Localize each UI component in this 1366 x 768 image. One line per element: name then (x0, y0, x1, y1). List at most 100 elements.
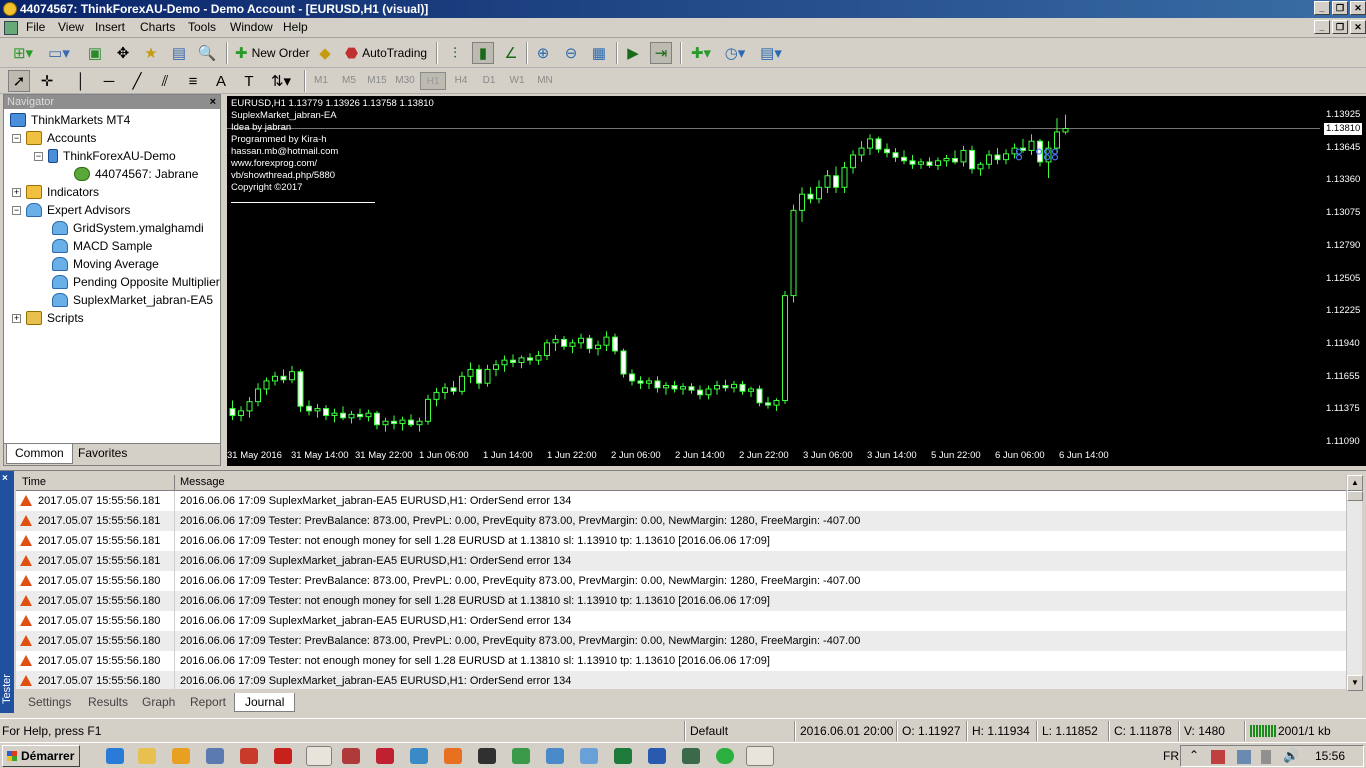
tree-ea-item[interactable]: Pending Opposite Multiplier EA (52, 273, 239, 291)
journal-scrollbar[interactable]: ▲ ▼ (1346, 475, 1363, 691)
expand-icon[interactable]: + (12, 187, 21, 197)
tree-indicators[interactable]: + Indicators (12, 183, 99, 201)
mdi-minimize-button[interactable]: _ (1314, 20, 1330, 34)
trendline-tool[interactable]: ╱ (126, 70, 148, 92)
timeframe-mn[interactable]: MN (532, 72, 558, 90)
whatsapp-icon[interactable] (716, 748, 734, 764)
journal-row[interactable]: 2017.05.07 15:55:56.181 2016.06.06 17:09 … (16, 511, 1346, 531)
globe-icon[interactable] (512, 748, 530, 764)
zoom-out-button[interactable]: ⊖ (560, 42, 582, 64)
connection-bars-icon[interactable] (1250, 725, 1276, 737)
new-chart-button[interactable]: ⊞▾ (8, 42, 38, 64)
column-message[interactable]: Message (180, 476, 225, 488)
metaeditor-button[interactable]: ◆ (314, 42, 336, 64)
mt4-task-icon[interactable] (746, 746, 774, 766)
tab-results[interactable]: Results (78, 693, 138, 712)
tree-ea-item[interactable]: MACD Sample (52, 237, 152, 255)
horizontal-line-tool[interactable]: ─ (98, 70, 120, 92)
menu-insert[interactable]: Insert (95, 20, 125, 34)
ie-icon[interactable] (106, 748, 124, 764)
navigator-button[interactable]: ★ (140, 42, 162, 64)
volume-icon[interactable]: 🔊 (1283, 748, 1299, 764)
line-chart-button[interactable]: ∠ (500, 42, 522, 64)
start-button[interactable]: Démarrer (2, 745, 80, 767)
zoom-in-button[interactable]: ⊕ (532, 42, 554, 64)
menu-tools[interactable]: Tools (188, 20, 216, 34)
xm-icon[interactable] (478, 748, 496, 764)
tree-accounts[interactable]: − Accounts (12, 129, 96, 147)
journal-row[interactable]: 2017.05.07 15:55:56.180 2016.06.06 17:09 … (16, 671, 1346, 689)
tree-ea-item[interactable]: GridSystem.ymalghamdi (52, 219, 204, 237)
indicators-button[interactable]: ✚▾ (686, 42, 716, 64)
chart-shift-button[interactable]: ⇥ (650, 42, 672, 64)
signal-icon[interactable] (1237, 750, 1251, 764)
timeframe-m1[interactable]: M1 (308, 72, 334, 90)
periods-button[interactable]: ◷▾ (720, 42, 750, 64)
tab-favorites[interactable]: Favorites (70, 444, 135, 464)
journal-row[interactable]: 2017.05.07 15:55:56.181 2016.06.06 17:09 … (16, 531, 1346, 551)
tester-close-icon[interactable]: × (2, 473, 8, 484)
timeframe-h1[interactable]: H1 (420, 72, 446, 90)
profiles-button[interactable]: ▭▾ (44, 42, 74, 64)
crosshair-tool[interactable]: ✛ (36, 70, 58, 92)
clock[interactable]: 15:56 (1315, 749, 1345, 763)
network-app-icon[interactable] (410, 748, 428, 764)
chart-area[interactable]: EURUSD,H1 1.13779 1.13926 1.13758 1.1381… (227, 96, 1320, 448)
arrows-tool[interactable]: ⇅▾ (266, 70, 296, 92)
mdi-restore-button[interactable]: ❐ (1332, 20, 1348, 34)
equidistant-channel-tool[interactable]: ⫽ (154, 70, 176, 92)
app-icon-red[interactable] (240, 748, 258, 764)
market-watch-button[interactable]: ▣ (84, 42, 106, 64)
menu-view[interactable]: View (58, 20, 84, 34)
timeframe-d1[interactable]: D1 (476, 72, 502, 90)
menu-window[interactable]: Window (230, 20, 273, 34)
tab-settings[interactable]: Settings (18, 693, 81, 712)
calculator-icon[interactable] (206, 748, 224, 764)
autotrading-button[interactable]: ⬣ AutoTrading (342, 42, 430, 64)
tab-journal[interactable]: Journal (234, 693, 296, 712)
text-label-tool[interactable]: T (238, 70, 260, 92)
language-indicator[interactable]: FR (1163, 749, 1179, 763)
data-window-button[interactable]: ✥ (112, 42, 134, 64)
mdi-close-button[interactable]: ✕ (1350, 20, 1366, 34)
a10-icon[interactable] (342, 748, 360, 764)
word-icon[interactable] (648, 748, 666, 764)
tree-root[interactable]: ThinkMarkets MT4 (10, 111, 130, 129)
auto-scroll-button[interactable]: ▶ (622, 42, 644, 64)
timeframe-m30[interactable]: M30 (392, 72, 418, 90)
timeframe-m5[interactable]: M5 (336, 72, 362, 90)
tree-experts[interactable]: − Expert Advisors (12, 201, 130, 219)
tree-server[interactable]: − ThinkForexAU-Demo (34, 147, 176, 165)
tree-ea-item[interactable]: SuplexMarket_jabran-EA5 (52, 291, 213, 309)
timeframe-m15[interactable]: M15 (364, 72, 390, 90)
download-icon[interactable] (376, 748, 394, 764)
media-player-icon[interactable] (172, 748, 190, 764)
scroll-up-icon[interactable]: ▲ (1347, 475, 1363, 491)
vertical-line-tool[interactable]: │ (70, 70, 92, 92)
tree-scripts[interactable]: + Scripts (12, 309, 84, 327)
menu-help[interactable]: Help (283, 20, 308, 34)
cursor-tool[interactable]: ➚ (8, 70, 30, 92)
explorer-icon[interactable] (138, 748, 156, 764)
terminal-icon[interactable] (682, 748, 700, 764)
close-button[interactable]: ✕ (1350, 1, 1366, 15)
battery-icon[interactable] (1261, 750, 1271, 764)
chrome-icon[interactable] (306, 746, 332, 766)
menu-file[interactable]: File (26, 20, 45, 34)
column-time[interactable]: Time (22, 476, 46, 488)
excel-icon[interactable] (614, 748, 632, 764)
expand-icon[interactable]: + (12, 313, 21, 323)
navigator-close-icon[interactable]: × (210, 95, 216, 109)
terminal-button[interactable]: ▤ (168, 42, 190, 64)
text-tool[interactable]: A (210, 70, 232, 92)
journal-row[interactable]: 2017.05.07 15:55:56.180 2016.06.06 17:09 … (16, 611, 1346, 631)
journal-row[interactable]: 2017.05.07 15:55:56.181 2016.06.06 17:09 … (16, 551, 1346, 571)
timeframe-w1[interactable]: W1 (504, 72, 530, 90)
tree-ea-item[interactable]: Moving Average (52, 255, 159, 273)
scroll-thumb[interactable] (1347, 491, 1363, 501)
journal-row[interactable]: 2017.05.07 15:55:56.180 2016.06.06 17:09 … (16, 651, 1346, 671)
journal-row[interactable]: 2017.05.07 15:55:56.181 2016.06.06 17:09 … (16, 491, 1346, 511)
firefox-icon[interactable] (444, 748, 462, 764)
scroll-down-icon[interactable]: ▼ (1347, 675, 1363, 691)
security-icon[interactable] (1211, 750, 1225, 764)
